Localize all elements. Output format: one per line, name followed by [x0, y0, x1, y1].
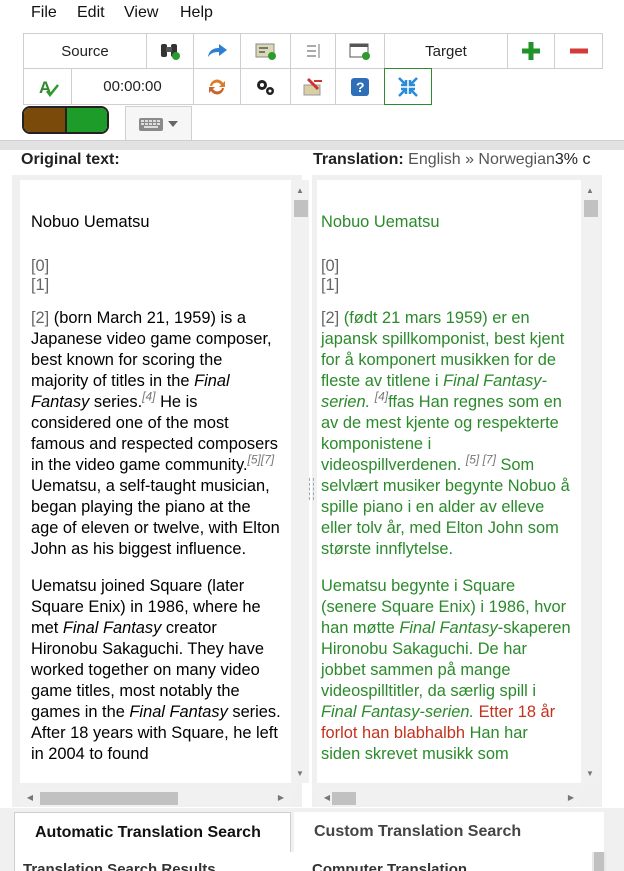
translation-paragraph-2: Uematsu begynte i Square (senere Square …: [321, 577, 571, 763]
toolbar-separator: [0, 140, 624, 150]
menu-bar: File Edit View Help: [0, 0, 624, 28]
timer-display: 00:00:00: [71, 68, 194, 105]
translation-vertical-scrollbar[interactable]: ▲ ▼: [581, 180, 599, 783]
svg-text:?: ?: [356, 79, 365, 95]
marker-1: [1]: [321, 276, 340, 294]
insert-segment-button[interactable]: [240, 33, 291, 69]
source-label: Source: [61, 42, 109, 60]
window-add-icon: [348, 39, 372, 63]
translation-title: Nobuo Uematsu: [321, 213, 440, 231]
keyboard-dropdown[interactable]: [125, 106, 192, 142]
scroll-up-arrow-icon[interactable]: ▲: [581, 182, 599, 198]
gears-icon: [254, 75, 278, 99]
translation-paragraph-1: [2] (født 21 mars 1959) er en japansk sp…: [321, 309, 570, 558]
find-button[interactable]: [146, 33, 194, 69]
fit-view-button[interactable]: [384, 68, 432, 105]
timer-value: 00:00:00: [103, 78, 162, 95]
scroll-thumb[interactable]: [594, 852, 604, 871]
splitter-handle[interactable]: [309, 478, 314, 500]
spellcheck-icon: A: [36, 75, 60, 99]
keyboard-icon: [137, 112, 165, 136]
segment-ref: [2]: [321, 309, 340, 327]
scroll-left-arrow-icon[interactable]: ◀: [22, 789, 38, 805]
scroll-right-arrow-icon[interactable]: ▶: [273, 789, 289, 805]
translation-languages: English » Norwegian: [408, 151, 555, 168]
refresh-button[interactable]: [193, 68, 241, 105]
clear-button[interactable]: [290, 68, 336, 105]
remove-button[interactable]: [554, 33, 603, 69]
target-label: Target: [425, 42, 467, 60]
bottom-vertical-scrollbar[interactable]: [592, 852, 606, 871]
target-button[interactable]: Target: [384, 33, 508, 69]
list-icon: [301, 39, 325, 63]
original-markers: [0] [1]: [31, 257, 281, 295]
sort-button[interactable]: [290, 33, 336, 69]
translation-search-results-header: Translation Search Results: [23, 861, 216, 871]
marker-0: [0]: [31, 257, 50, 275]
original-paragraph-1: [2] (born March 21, 1959) is a Japanese …: [31, 309, 280, 558]
scroll-thumb[interactable]: [332, 792, 356, 805]
translation-percent: 3% c: [554, 151, 591, 168]
scroll-up-arrow-icon[interactable]: ▲: [291, 182, 309, 198]
tab-custom-translation-search[interactable]: Custom Translation Search: [294, 812, 604, 852]
scroll-right-arrow-icon[interactable]: ▶: [563, 789, 579, 805]
marker-1: [1]: [31, 276, 50, 294]
scroll-down-arrow-icon[interactable]: ▼: [291, 765, 309, 781]
minus-icon: [567, 39, 591, 63]
help-button[interactable]: ?: [335, 68, 385, 105]
citation: [4]: [374, 389, 389, 404]
new-window-button[interactable]: [335, 33, 385, 69]
scroll-thumb[interactable]: [294, 200, 308, 217]
original-paragraph-2: Uematsu joined Square (later Square Enix…: [31, 577, 281, 763]
translation-header-label: Translation:: [313, 151, 404, 168]
segment-ref: [2]: [31, 309, 50, 327]
forward-button[interactable]: [193, 33, 241, 69]
refresh-icon: [205, 75, 229, 99]
source-button[interactable]: Source: [23, 33, 147, 69]
scroll-thumb[interactable]: [40, 792, 178, 805]
menu-edit[interactable]: Edit: [77, 4, 105, 22]
document-add-icon: [254, 39, 278, 63]
forward-arrow-icon: [205, 39, 229, 63]
settings-button[interactable]: [240, 68, 291, 105]
translation-text-area[interactable]: Nobuo Uematsu [0] [1] [2] (født 21 mars …: [317, 180, 581, 783]
scroll-thumb[interactable]: [584, 200, 598, 217]
original-text-area[interactable]: Nobuo Uematsu [0] [1] [2] (born March 21…: [20, 180, 291, 783]
original-header: Original text:: [21, 151, 120, 168]
progress-indicator: [22, 106, 109, 134]
citation: [5] [7]: [465, 452, 496, 467]
original-title: Nobuo Uematsu: [31, 213, 150, 231]
marker-0: [0]: [321, 257, 340, 275]
original-horizontal-scrollbar[interactable]: ◀ ▶: [20, 789, 291, 805]
progress-segment-done: [24, 108, 67, 132]
translation-markers: [0] [1]: [321, 257, 571, 295]
citation: [5][7]: [247, 452, 275, 467]
add-button[interactable]: [507, 33, 555, 69]
translation-horizontal-scrollbar[interactable]: ◀ ▶: [317, 789, 581, 805]
original-vertical-scrollbar[interactable]: ▲ ▼: [291, 180, 309, 783]
menu-help[interactable]: Help: [180, 4, 213, 22]
eraser-icon: [301, 75, 325, 99]
translation-header: Translation: English » Norwegian3% c: [313, 151, 624, 169]
spellcheck-button[interactable]: A: [23, 68, 72, 105]
binoculars-icon: [158, 39, 182, 63]
computer-translation-header: Computer Translation: [312, 861, 468, 871]
citation: [4]: [142, 389, 156, 404]
plus-icon: [519, 39, 543, 63]
menu-file[interactable]: File: [31, 4, 57, 22]
progress-segment-remaining: [67, 108, 107, 132]
question-icon: ?: [348, 75, 372, 99]
chevron-down-icon: [165, 112, 181, 136]
scroll-down-arrow-icon[interactable]: ▼: [581, 765, 599, 781]
compress-icon: [396, 75, 420, 99]
tab-automatic-translation-search[interactable]: Automatic Translation Search: [14, 812, 291, 852]
menu-view[interactable]: View: [124, 4, 158, 22]
